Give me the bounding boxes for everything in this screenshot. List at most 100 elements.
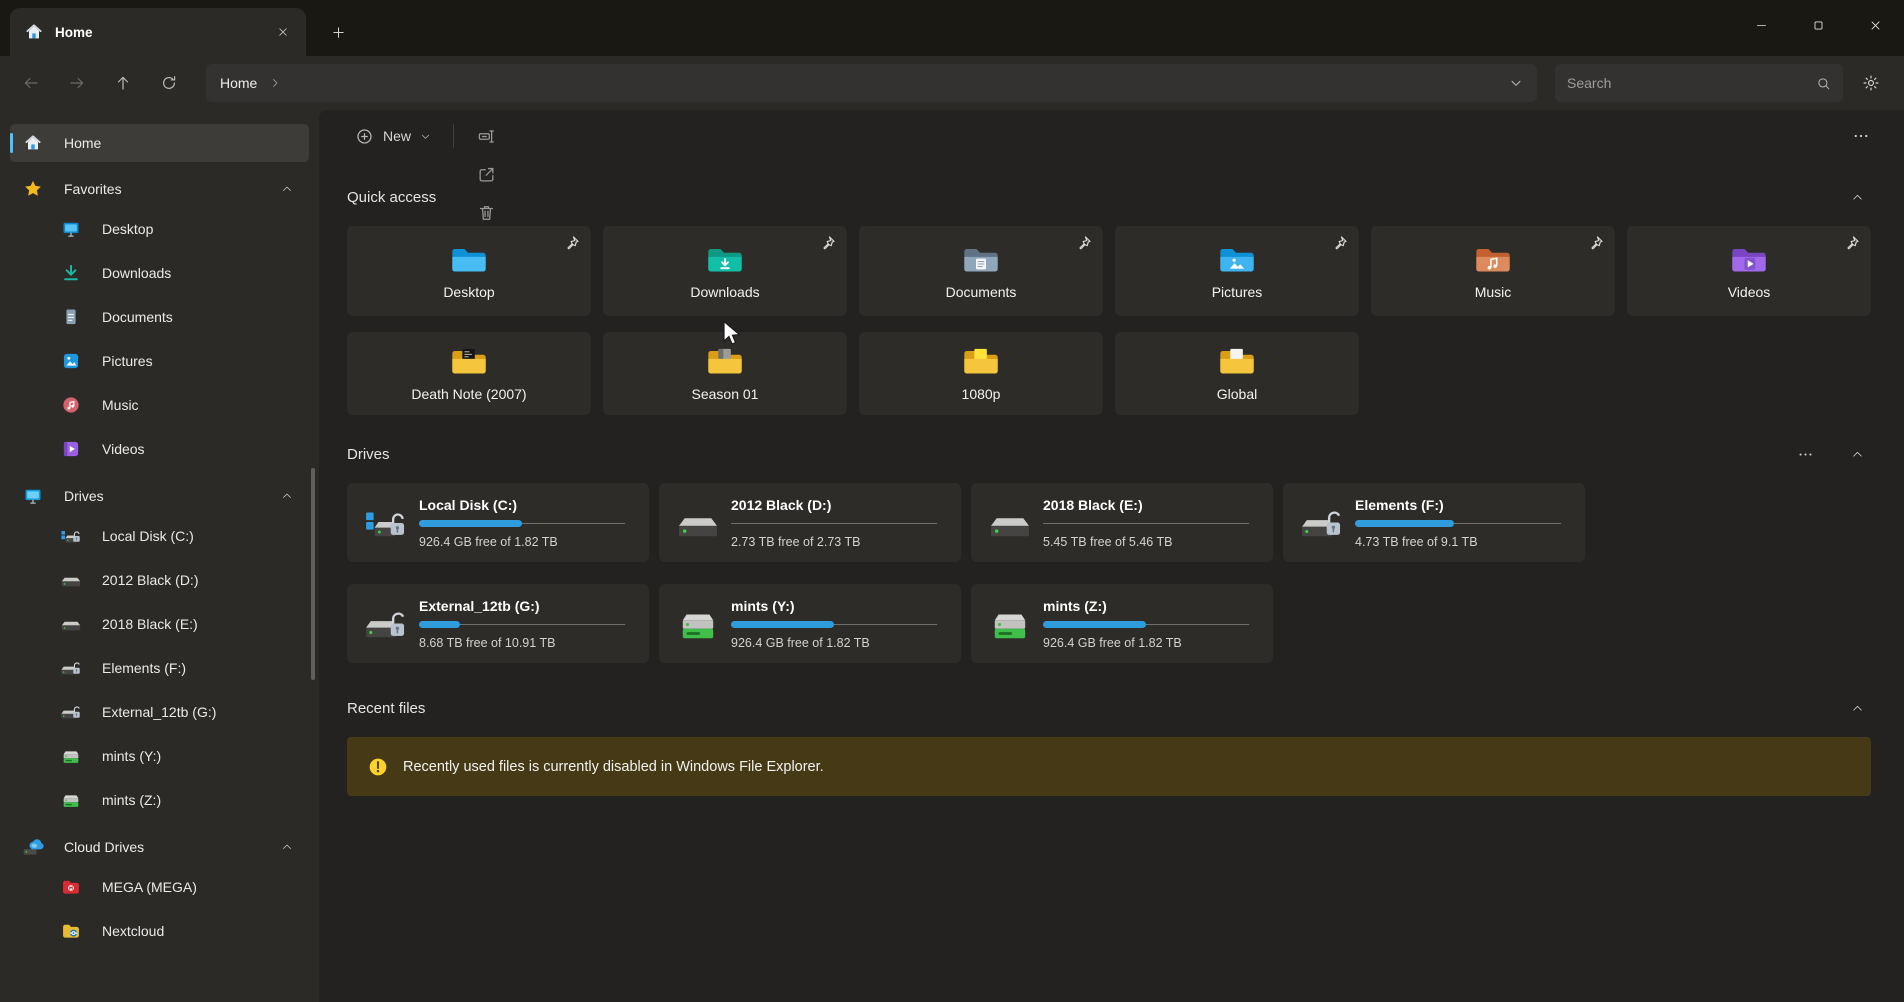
sidebar-item-external-12tb-g[interactable]: External_12tb (G:) xyxy=(10,691,309,732)
collapse-chevron-icon[interactable] xyxy=(281,183,293,195)
pin-icon[interactable] xyxy=(1844,235,1860,251)
quick-access-tile-downloads[interactable]: Downloads xyxy=(603,226,847,316)
drive-icon xyxy=(987,605,1033,643)
sidebar-item-mega-mega[interactable]: MEGA (MEGA) xyxy=(10,866,309,907)
drive-lock-icon xyxy=(60,658,82,678)
new-tab-button[interactable] xyxy=(324,18,352,46)
address-dropdown-icon[interactable] xyxy=(1509,76,1523,90)
sidebar-item-label: Videos xyxy=(102,441,145,457)
sidebar-item-videos[interactable]: Videos xyxy=(10,428,309,469)
search-box[interactable] xyxy=(1555,64,1843,102)
quick-access-tile-season-01[interactable]: Season 01 xyxy=(603,332,847,415)
close-icon xyxy=(277,26,289,38)
close-window-button[interactable] xyxy=(1847,0,1904,50)
drives-more-button[interactable] xyxy=(1791,441,1819,467)
sidebar-item-mints-y[interactable]: mints (Y:) xyxy=(10,735,309,776)
settings-button[interactable] xyxy=(1852,65,1890,101)
collapse-chevron-icon[interactable] xyxy=(281,841,293,853)
address-bar[interactable]: Home xyxy=(206,64,1537,102)
drive-icon xyxy=(675,605,721,643)
drive-name: 2018 Black (E:) xyxy=(1043,497,1249,513)
rename-button[interactable] xyxy=(466,117,506,155)
breadcrumb[interactable]: Home xyxy=(220,75,257,91)
drive-usage-bar xyxy=(419,520,625,527)
sidebar-item-label: Elements (F:) xyxy=(102,660,186,676)
toolbar: New xyxy=(319,110,1904,162)
sidebar-item-elements-f[interactable]: Elements (F:) xyxy=(10,647,309,688)
drive-tile-elements-f[interactable]: Elements (F:)4.73 TB free of 9.1 TB xyxy=(1283,483,1585,562)
new-button[interactable]: New xyxy=(345,120,441,153)
tile-label: 1080p xyxy=(962,386,1001,402)
quick-access-tile-videos[interactable]: Videos xyxy=(1627,226,1871,316)
sidebar-item-label: 2012 Black (D:) xyxy=(102,572,198,588)
workspace: HomeFavoritesDesktopDownloadsDocumentsPi… xyxy=(0,110,1904,1002)
sidebar-item-desktop[interactable]: Desktop xyxy=(10,208,309,249)
forward-icon xyxy=(68,74,86,92)
chevron-right-icon[interactable] xyxy=(269,77,281,89)
sidebar-item-pictures[interactable]: Pictures xyxy=(10,340,309,381)
toolbar-more-button[interactable] xyxy=(1842,118,1880,154)
sidebar-item-documents[interactable]: Documents xyxy=(10,296,309,337)
drives-collapse-button[interactable] xyxy=(1843,441,1871,467)
sidebar-item-mints-z[interactable]: mints (Z:) xyxy=(10,779,309,820)
folder-icon xyxy=(1217,243,1257,275)
quick-access-tile-1080p[interactable]: 1080p xyxy=(859,332,1103,415)
refresh-button[interactable] xyxy=(150,65,188,101)
quick-access-tile-documents[interactable]: Documents xyxy=(859,226,1103,316)
search-icon xyxy=(1816,76,1831,91)
sidebar-section-drives[interactable]: Drives xyxy=(10,477,309,515)
forward-button[interactable] xyxy=(58,65,96,101)
drive-info: 2012 Black (D:)2.73 TB free of 2.73 TB xyxy=(731,497,937,549)
pin-icon[interactable] xyxy=(820,235,836,251)
quick-access-pinned-grid: DesktopDownloadsDocumentsPicturesMusicVi… xyxy=(347,226,1871,316)
back-button[interactable] xyxy=(12,65,50,101)
drive-usage-fill xyxy=(1043,621,1146,628)
pin-icon[interactable] xyxy=(564,235,580,251)
drive-tile-mints-y[interactable]: mints (Y:)926.4 GB free of 1.82 TB xyxy=(659,584,961,663)
quick-access-recent-grid: Death Note (2007)Season 01 1080p Global xyxy=(347,332,1871,415)
recent-files-collapse-button[interactable] xyxy=(1843,695,1871,721)
paste-button[interactable] xyxy=(466,110,506,117)
quick-access-collapse-button[interactable] xyxy=(1843,184,1871,210)
quick-access-tile-desktop[interactable]: Desktop xyxy=(347,226,591,316)
drive-tile-2018-black-e[interactable]: 2018 Black (E:)5.45 TB free of 5.46 TB xyxy=(971,483,1273,562)
sidebar-item-home[interactable]: Home xyxy=(10,124,309,162)
pin-icon[interactable] xyxy=(1076,235,1092,251)
tab-close-button[interactable] xyxy=(270,19,296,45)
sidebar-section-favorites[interactable]: Favorites xyxy=(10,170,309,208)
close-icon xyxy=(1869,19,1882,32)
sidebar-item-nextcloud[interactable]: Nextcloud xyxy=(10,910,309,951)
sidebar-item-2018-black-e[interactable]: 2018 Black (E:) xyxy=(10,603,309,644)
quick-access-tile-death-note-2007[interactable]: Death Note (2007) xyxy=(347,332,591,415)
drive-tile-2012-black-d[interactable]: 2012 Black (D:)2.73 TB free of 2.73 TB xyxy=(659,483,961,562)
pin-icon[interactable] xyxy=(1332,235,1348,251)
drive-plain-icon xyxy=(60,614,82,634)
tab-home[interactable]: Home xyxy=(10,8,306,56)
quick-access-tile-global[interactable]: Global xyxy=(1115,332,1359,415)
ellipsis-icon xyxy=(1852,127,1870,145)
drives-header: Drives xyxy=(347,441,1871,467)
sidebar-section-label: Cloud Drives xyxy=(64,839,144,855)
pin-icon[interactable] xyxy=(1588,235,1604,251)
drive-tile-external-12tb-g[interactable]: External_12tb (G:)8.68 TB free of 10.91 … xyxy=(347,584,649,663)
quick-access-tile-pictures[interactable]: Pictures xyxy=(1115,226,1359,316)
sidebar-item-music[interactable]: Music xyxy=(10,384,309,425)
minimize-button[interactable] xyxy=(1733,0,1790,50)
sidebar-scrollbar[interactable] xyxy=(311,468,315,680)
sidebar-item-local-disk-c[interactable]: Local Disk (C:) xyxy=(10,515,309,556)
sidebar-item-downloads[interactable]: Downloads xyxy=(10,252,309,293)
collapse-chevron-icon[interactable] xyxy=(281,490,293,502)
search-input[interactable] xyxy=(1567,75,1808,91)
quick-access-tile-music[interactable]: Music xyxy=(1371,226,1615,316)
sidebar-section-cloud-drives[interactable]: Cloud Drives xyxy=(10,828,309,866)
up-button[interactable] xyxy=(104,65,142,101)
section-title: Drives xyxy=(347,446,390,463)
maximize-button[interactable] xyxy=(1790,0,1847,50)
drive-tile-local-disk-c[interactable]: Local Disk (C:)926.4 GB free of 1.82 TB xyxy=(347,483,649,562)
drive-icon xyxy=(363,605,409,643)
sidebar-item-2012-black-d[interactable]: 2012 Black (D:) xyxy=(10,559,309,600)
drive-tile-mints-z[interactable]: mints (Z:)926.4 GB free of 1.82 TB xyxy=(971,584,1273,663)
new-button-label: New xyxy=(383,128,411,144)
refresh-icon xyxy=(160,74,178,92)
rename-icon xyxy=(477,127,496,146)
